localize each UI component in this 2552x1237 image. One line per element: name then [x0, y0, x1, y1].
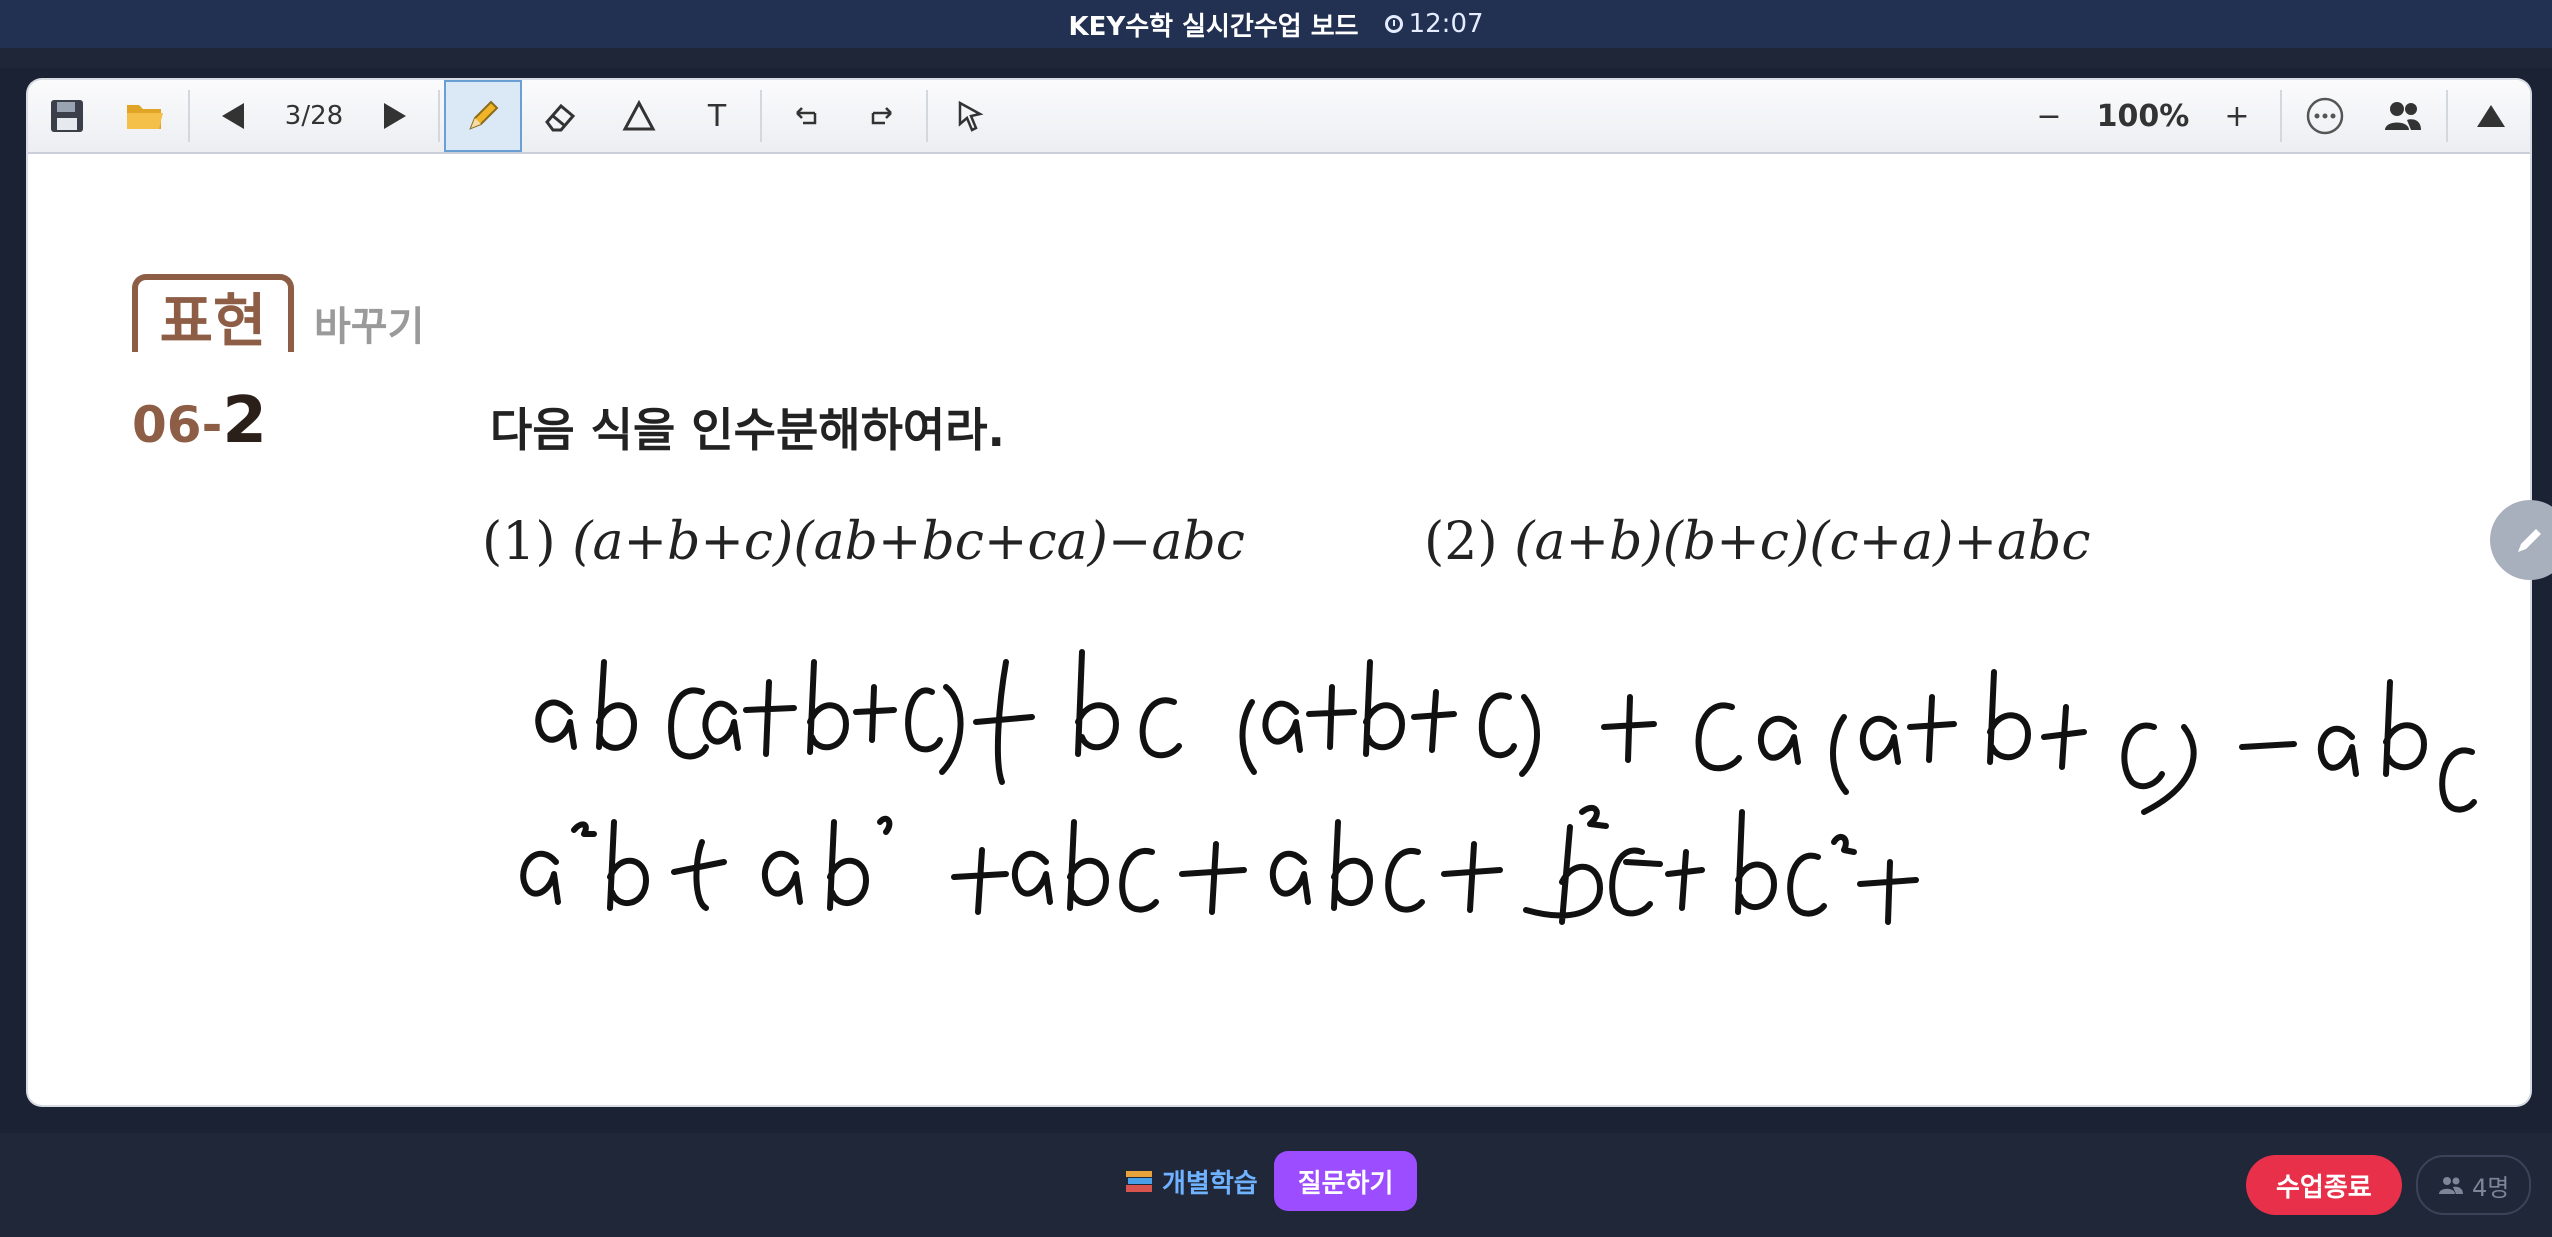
- title-divider: [0, 48, 2552, 68]
- participant-count-label: 4명: [2472, 1173, 2510, 1202]
- whiteboard[interactable]: 3/28 T − 100% + 표현 바꾸기 06-2 다음 식을 인수분해하여…: [28, 80, 2530, 1105]
- board-toolbar: 3/28 T − 100% +: [28, 80, 2530, 154]
- bottom-actions: 개별학습 질문하기: [1124, 1151, 1418, 1211]
- page-indicator: 3/28: [284, 101, 344, 131]
- personal-study-label: 개별학습: [1162, 1168, 1258, 1199]
- timer-value: 12:07: [1408, 9, 1484, 39]
- bottom-bar: 개별학습 질문하기 수업종료 4명: [0, 1133, 2552, 1237]
- title-bar: KEY수학 실시간수업 보드 12:07: [0, 0, 2552, 48]
- cursor-arrow-icon: [958, 100, 984, 132]
- participants-button[interactable]: [2364, 80, 2442, 152]
- zoom-out-button[interactable]: −: [2010, 80, 2088, 152]
- personal-study-button[interactable]: 개별학습: [1124, 1163, 1258, 1200]
- triangle-shape-icon: [622, 100, 656, 131]
- save-button[interactable]: [28, 80, 106, 152]
- save-icon: [51, 100, 83, 132]
- eraser-icon: [545, 103, 576, 132]
- collapse-toolbar-button[interactable]: [2452, 80, 2530, 152]
- participant-count[interactable]: 4명: [2416, 1155, 2532, 1215]
- toolbar-separator: [2446, 90, 2448, 142]
- timer-icon: [1384, 15, 1403, 33]
- app-title: KEY수학 실시간수업 보드: [1068, 11, 1359, 42]
- triangle-right-icon: [384, 103, 406, 129]
- toolbar-separator: [926, 90, 928, 142]
- shape-tool-button[interactable]: [600, 80, 678, 152]
- toolbar-separator: [438, 90, 440, 142]
- toolbar-separator: [760, 90, 762, 142]
- redo-button[interactable]: [844, 80, 922, 152]
- users-icon: [2439, 1177, 2463, 1194]
- select-tool-button[interactable]: [932, 80, 1010, 152]
- handwriting-line-2: [520, 804, 1919, 925]
- toolbar-right-group: − 100% +: [2010, 80, 2530, 152]
- users-icon: [2385, 102, 2421, 130]
- toolbar-separator: [188, 90, 190, 142]
- triangle-left-icon: [222, 103, 244, 129]
- more-dots-icon: [2306, 97, 2344, 135]
- undo-icon: [796, 107, 817, 125]
- previous-page-button[interactable]: [194, 80, 272, 152]
- ask-question-button[interactable]: 질문하기: [1273, 1151, 1418, 1211]
- triangle-up-icon: [2477, 105, 2505, 127]
- zoom-level: 100%: [2096, 98, 2190, 134]
- handwriting-layer: [520, 649, 2477, 925]
- eraser-tool-button[interactable]: [522, 80, 600, 152]
- open-folder-button[interactable]: [106, 80, 184, 152]
- more-options-button[interactable]: [2286, 80, 2364, 152]
- pencil-icon: [2518, 529, 2541, 552]
- text-tool-button[interactable]: T: [678, 80, 756, 152]
- redo-icon: [871, 107, 892, 125]
- class-timer: 12:07: [1384, 9, 1484, 39]
- pencil-icon: [469, 100, 499, 130]
- handwriting-line-1: [535, 649, 2477, 815]
- undo-button[interactable]: [766, 80, 844, 152]
- zoom-in-button[interactable]: +: [2198, 80, 2276, 152]
- books-icon: [1126, 1171, 1152, 1192]
- toolbar-separator: [2280, 90, 2282, 142]
- board-page[interactable]: 표현 바꾸기 06-2 다음 식을 인수분해하여라. (1) (a+b+c)(a…: [34, 162, 2524, 1092]
- next-page-button[interactable]: [356, 80, 434, 152]
- end-class-button[interactable]: 수업종료: [2246, 1155, 2402, 1215]
- pen-tool-button[interactable]: [444, 80, 522, 152]
- folder-icon: [127, 105, 163, 129]
